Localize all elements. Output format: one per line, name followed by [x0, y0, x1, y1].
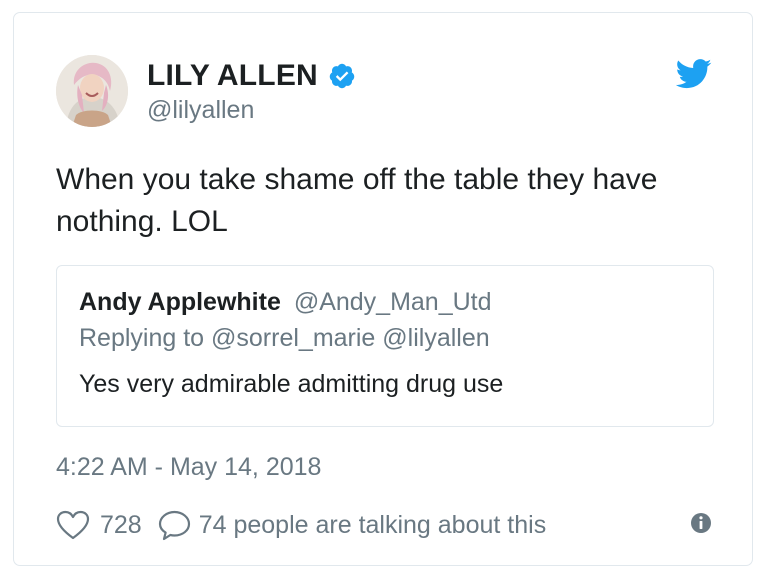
author-row: LILY ALLEN: [147, 58, 356, 94]
like-count[interactable]: 728: [100, 511, 142, 540]
avatar-image: [56, 55, 128, 127]
speech-bubble-icon[interactable]: [158, 510, 191, 541]
heart-icon[interactable]: [56, 510, 90, 540]
quoted-tweet[interactable]: Andy Applewhite @Andy_Man_Utd Replying t…: [56, 265, 714, 427]
author-handle[interactable]: @lilyallen: [147, 96, 254, 125]
tweet-timestamp[interactable]: 4:22 AM - May 14, 2018: [56, 453, 321, 482]
display-name[interactable]: LILY ALLEN: [147, 59, 318, 93]
avatar[interactable]: [56, 55, 128, 127]
replying-to-line: Replying to @sorrel_marie @lilyallen: [79, 324, 490, 352]
tweet-text: When you take shame off the table they h…: [56, 163, 658, 238]
action-bar: 728 74 people are talking about this: [56, 508, 546, 542]
twitter-bird-icon[interactable]: [675, 59, 712, 89]
verified-badge-icon: [328, 62, 356, 90]
quoted-tweet-text: Yes very admirable admitting drug use: [79, 370, 504, 398]
quoted-author-name: Andy Applewhite: [79, 288, 281, 316]
quoted-author-row: Andy Applewhite @Andy_Man_Utd: [79, 288, 492, 317]
tweet-card[interactable]: LILY ALLEN @lilyallen When you take sham…: [13, 12, 753, 566]
info-icon[interactable]: [690, 512, 712, 534]
conversation-link[interactable]: 74 people are talking about this: [199, 511, 546, 540]
quoted-author-handle: @Andy_Man_Utd: [293, 288, 492, 316]
